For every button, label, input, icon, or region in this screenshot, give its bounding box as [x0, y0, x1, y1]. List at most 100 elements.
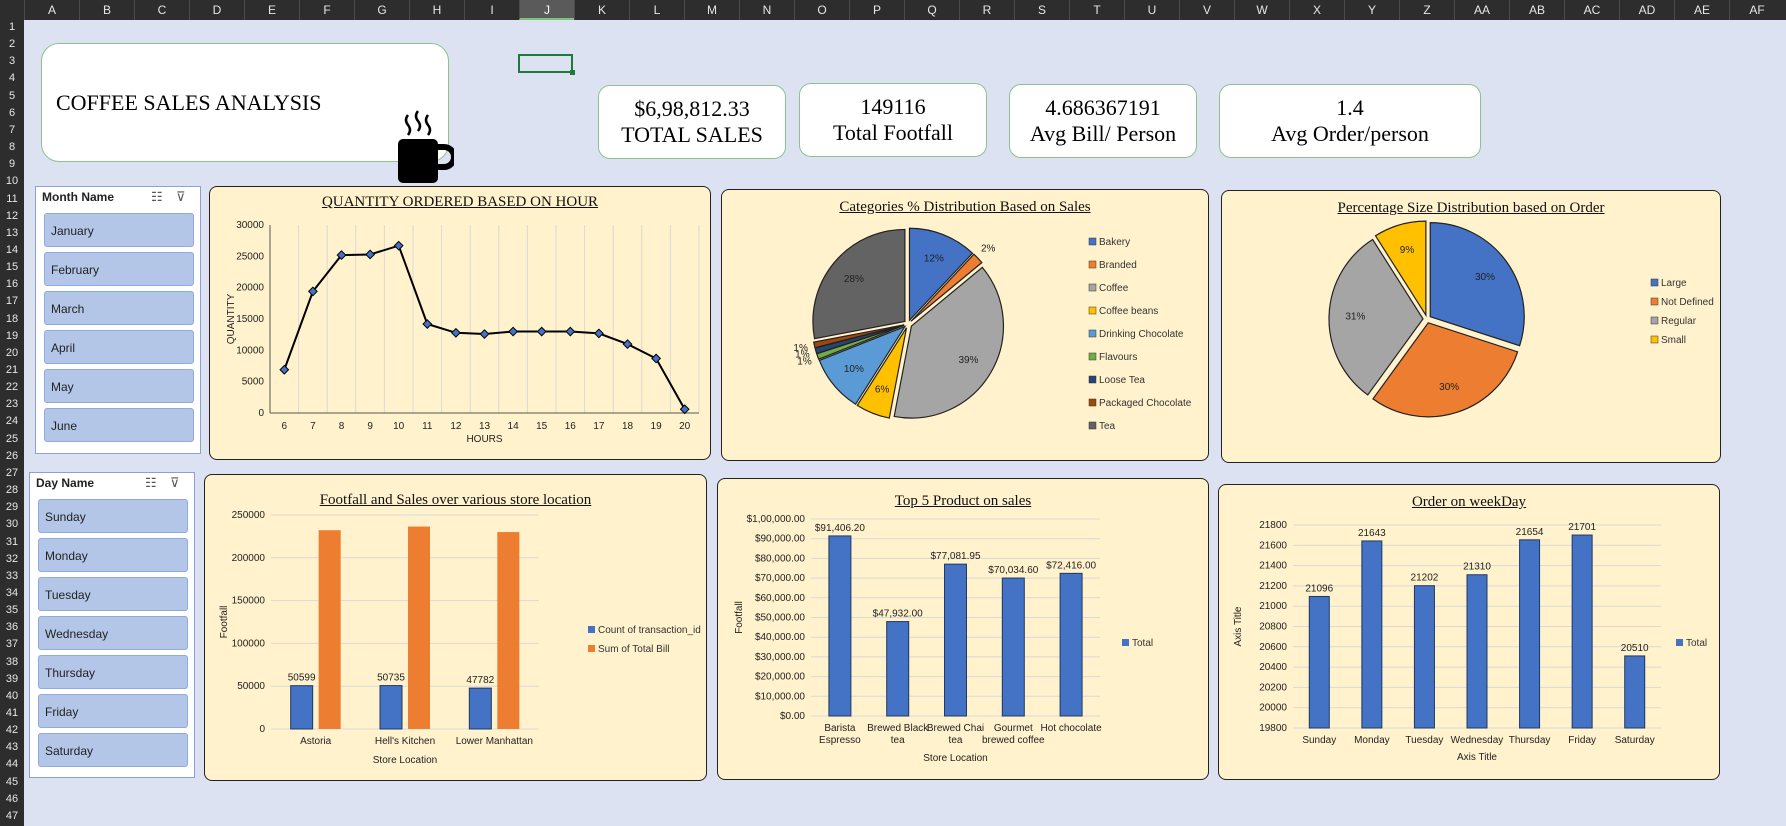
row-header-13[interactable]: 13 — [0, 227, 24, 239]
row-header-43[interactable]: 43 — [0, 741, 24, 753]
row-header-29[interactable]: 29 — [0, 501, 24, 513]
slicer-item[interactable]: April — [44, 330, 194, 364]
column-header-Z[interactable]: Z — [1399, 0, 1454, 20]
row-header-27[interactable]: 27 — [0, 467, 24, 479]
column-header-D[interactable]: D — [189, 0, 244, 20]
row-header-39[interactable]: 39 — [0, 673, 24, 685]
column-header-S[interactable]: S — [1014, 0, 1069, 20]
column-header-AA[interactable]: AA — [1454, 0, 1509, 20]
slicer-item[interactable]: Tuesday — [38, 577, 188, 611]
column-header-F[interactable]: F — [299, 0, 354, 20]
row-header-32[interactable]: 32 — [0, 553, 24, 565]
row-header-12[interactable]: 12 — [0, 210, 24, 222]
row-header-16[interactable]: 16 — [0, 278, 24, 290]
row-header-4[interactable]: 4 — [0, 72, 24, 84]
row-header-17[interactable]: 17 — [0, 295, 24, 307]
row-header-11[interactable]: 11 — [0, 193, 24, 205]
row-header-30[interactable]: 30 — [0, 518, 24, 530]
row-header-34[interactable]: 34 — [0, 587, 24, 599]
row-header-45[interactable]: 45 — [0, 776, 24, 788]
column-header-U[interactable]: U — [1124, 0, 1179, 20]
row-header-41[interactable]: 41 — [0, 707, 24, 719]
row-header-22[interactable]: 22 — [0, 381, 24, 393]
column-header-G[interactable]: G — [354, 0, 409, 20]
slicer-item[interactable]: March — [44, 291, 194, 325]
column-header-N[interactable]: N — [739, 0, 794, 20]
column-header-J[interactable]: J — [519, 0, 574, 20]
row-header-35[interactable]: 35 — [0, 604, 24, 616]
day-slicer[interactable]: Day Name ☷ ⊽ Sunday Monday Tuesday Wedne… — [29, 472, 195, 778]
slicer-item[interactable]: Saturday — [38, 733, 188, 767]
column-header-V[interactable]: V — [1179, 0, 1234, 20]
slicer-item[interactable]: Sunday — [38, 499, 188, 533]
size-pie-chart[interactable]: Percentage Size Distribution based on Or… — [1221, 190, 1721, 463]
column-header-Y[interactable]: Y — [1344, 0, 1399, 20]
active-cell-J3[interactable] — [518, 54, 575, 75]
column-header-AF[interactable]: AF — [1729, 0, 1784, 20]
row-header-40[interactable]: 40 — [0, 690, 24, 702]
row-header-19[interactable]: 19 — [0, 330, 24, 342]
column-header-C[interactable]: C — [134, 0, 189, 20]
slicer-item[interactable]: February — [44, 252, 194, 286]
row-header-7[interactable]: 7 — [0, 124, 24, 136]
column-header-AE[interactable]: AE — [1674, 0, 1729, 20]
column-header-H[interactable]: H — [409, 0, 464, 20]
column-header-L[interactable]: L — [629, 0, 684, 20]
store-location-chart[interactable]: Footfall and Sales over various store lo… — [204, 474, 707, 781]
column-header-O[interactable]: O — [794, 0, 849, 20]
top-products-chart[interactable]: Top 5 Product on sales $0.00 $10,000.00 $2… — [717, 478, 1209, 780]
column-header-AB[interactable]: AB — [1509, 0, 1564, 20]
row-header-25[interactable]: 25 — [0, 433, 24, 445]
row-header-42[interactable]: 42 — [0, 724, 24, 736]
row-header-15[interactable]: 15 — [0, 261, 24, 273]
weekday-orders-chart[interactable]: Order on weekDay 19800 20000 20200 20400 206… — [1218, 484, 1720, 780]
row-header-1[interactable]: 1 — [0, 21, 24, 33]
clear-filter-icon[interactable]: ⊽ — [170, 475, 180, 491]
slicer-item[interactable]: May — [44, 369, 194, 403]
row-header-26[interactable]: 26 — [0, 450, 24, 462]
row-header-44[interactable]: 44 — [0, 758, 24, 770]
row-header-23[interactable]: 23 — [0, 398, 24, 410]
row-header-2[interactable]: 2 — [0, 38, 24, 50]
column-header-AC[interactable]: AC — [1564, 0, 1619, 20]
clear-filter-icon[interactable]: ⊽ — [176, 189, 186, 205]
month-slicer[interactable]: Month Name ☷ ⊽ January February March Ap… — [35, 186, 201, 454]
column-header-AD[interactable]: AD — [1619, 0, 1674, 20]
row-header-46[interactable]: 46 — [0, 793, 24, 805]
row-header-36[interactable]: 36 — [0, 621, 24, 633]
row-header-33[interactable]: 33 — [0, 570, 24, 582]
column-header-P[interactable]: P — [849, 0, 904, 20]
hourly-quantity-chart[interactable]: QUANTITY ORDERED BASED ON HOUR 0 5000 1000… — [209, 186, 711, 460]
row-header-24[interactable]: 24 — [0, 415, 24, 427]
multi-select-icon[interactable]: ☷ — [151, 189, 163, 205]
column-header-I[interactable]: I — [464, 0, 519, 20]
slicer-item[interactable]: Thursday — [38, 655, 188, 689]
row-header-21[interactable]: 21 — [0, 364, 24, 376]
column-header-Q[interactable]: Q — [904, 0, 959, 20]
row-header-9[interactable]: 9 — [0, 158, 24, 170]
column-header-T[interactable]: T — [1069, 0, 1124, 20]
slicer-item[interactable]: Wednesday — [38, 616, 188, 650]
row-header-47[interactable]: 47 — [0, 810, 24, 822]
row-header-20[interactable]: 20 — [0, 347, 24, 359]
column-header-E[interactable]: E — [244, 0, 299, 20]
row-header-5[interactable]: 5 — [0, 90, 24, 102]
row-header-28[interactable]: 28 — [0, 484, 24, 496]
slicer-item[interactable]: June — [44, 408, 194, 442]
column-header-R[interactable]: R — [959, 0, 1014, 20]
row-header-6[interactable]: 6 — [0, 107, 24, 119]
row-header-8[interactable]: 8 — [0, 141, 24, 153]
slicer-item[interactable]: January — [44, 213, 194, 247]
column-header-K[interactable]: K — [574, 0, 629, 20]
category-pie-chart[interactable]: Categories % Distribution Based on Sales… — [721, 189, 1209, 461]
slicer-item[interactable]: Friday — [38, 694, 188, 728]
select-all-corner[interactable] — [0, 0, 24, 20]
slicer-item[interactable]: Monday — [38, 538, 188, 572]
multi-select-icon[interactable]: ☷ — [145, 475, 157, 491]
column-header-M[interactable]: M — [684, 0, 739, 20]
column-header-X[interactable]: X — [1289, 0, 1344, 20]
column-header-A[interactable]: A — [24, 0, 79, 20]
row-header-31[interactable]: 31 — [0, 536, 24, 548]
row-header-18[interactable]: 18 — [0, 313, 24, 325]
row-header-10[interactable]: 10 — [0, 175, 24, 187]
